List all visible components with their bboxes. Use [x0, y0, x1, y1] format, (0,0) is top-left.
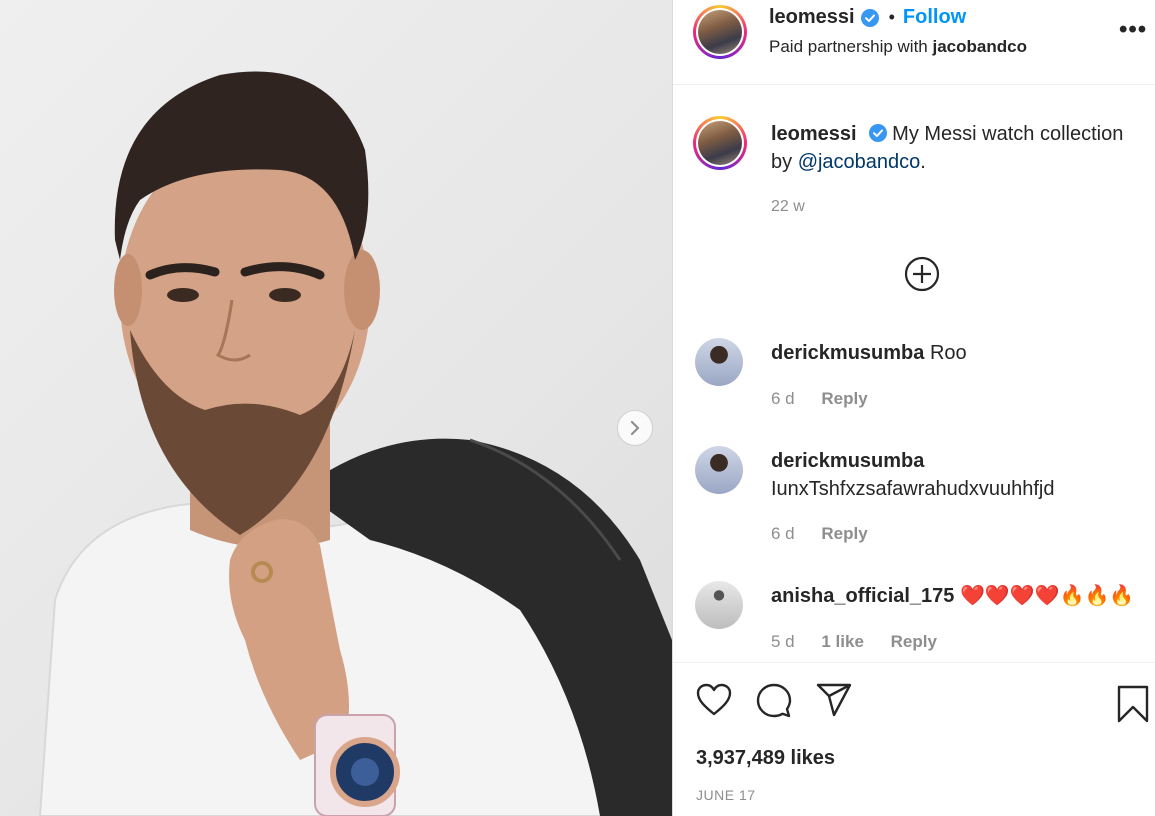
follow-button[interactable]: Follow [903, 6, 966, 29]
comment-meta: 6 d Reply [771, 524, 890, 544]
comment-item: derickmusumba IunxTshfxzsafawrahudxvuuhh… [771, 447, 1141, 503]
comment-age: 5 d [771, 632, 795, 651]
comment-icon[interactable] [756, 683, 792, 719]
comment-age: 6 d [771, 524, 795, 543]
caption-end: . [920, 151, 926, 173]
comment-meta: 5 d 1 like Reply [771, 632, 959, 652]
comment-meta: 6 d Reply [771, 389, 890, 409]
portrait-illustration [38, 71, 672, 816]
caption-mention-link[interactable]: @jacobandco [798, 151, 921, 173]
plus-circle-icon[interactable] [904, 256, 940, 292]
reply-button[interactable]: Reply [891, 632, 937, 651]
post-photo[interactable] [0, 0, 673, 816]
caption-username[interactable]: leomessi [771, 123, 857, 145]
comment-avatar[interactable] [695, 338, 743, 386]
post-date: JUNE 17 [696, 787, 756, 803]
paid-partnership-label: Paid partnership with [769, 37, 928, 56]
partner-link[interactable]: jacobandco [933, 37, 1027, 56]
caption-author-avatar[interactable] [693, 116, 747, 170]
comment-text: Roo [929, 342, 967, 364]
post-caption: leomessi My Messi watch collection by @j… [771, 120, 1141, 176]
comment-avatar[interactable] [695, 446, 743, 494]
verified-badge-icon [860, 8, 879, 27]
comment-username[interactable]: derickmusumba [771, 447, 1141, 475]
comment-age: 6 d [771, 389, 795, 408]
author-avatar[interactable] [693, 5, 747, 59]
verified-badge-icon [868, 124, 887, 142]
comment-text: IunxTshfxzsafawrahudxvuuhhfjd [771, 478, 1055, 500]
author-username[interactable]: leomessi [769, 6, 855, 29]
separator-dot: • [888, 7, 895, 27]
paid-partnership-line: Paid partnership with jacobandco [769, 37, 1027, 57]
more-options-button[interactable]: ••• [1119, 18, 1147, 42]
paper-plane-icon[interactable] [816, 683, 852, 717]
author-line: leomessi • Follow [769, 6, 966, 29]
bookmark-icon[interactable] [1117, 685, 1149, 723]
comment-item: derickmusumba Roo [771, 339, 1141, 367]
chevron-right-icon [630, 420, 640, 436]
comment-item: anisha_official_175 ❤️❤️❤️❤️🔥🔥🔥 [771, 582, 1141, 610]
actions-divider [673, 662, 1155, 663]
post-details-panel: leomessi • Follow Paid partnership with … [673, 0, 1155, 816]
likes-count[interactable]: 3,937,489 likes [696, 747, 835, 770]
comment-likes-button[interactable]: 1 like [821, 632, 864, 651]
comment-username[interactable]: anisha_official_175 [771, 585, 954, 607]
next-image-button[interactable] [617, 410, 653, 446]
reply-button[interactable]: Reply [821, 524, 867, 543]
heart-icon[interactable] [696, 683, 732, 717]
post-header: leomessi • Follow Paid partnership with … [673, 0, 1155, 85]
post-age: 22 w [771, 198, 805, 215]
comment-username[interactable]: derickmusumba [771, 342, 924, 364]
reply-button[interactable]: Reply [821, 389, 867, 408]
comment-text: ❤️❤️❤️❤️🔥🔥🔥 [960, 585, 1135, 607]
comment-avatar[interactable] [695, 581, 743, 629]
